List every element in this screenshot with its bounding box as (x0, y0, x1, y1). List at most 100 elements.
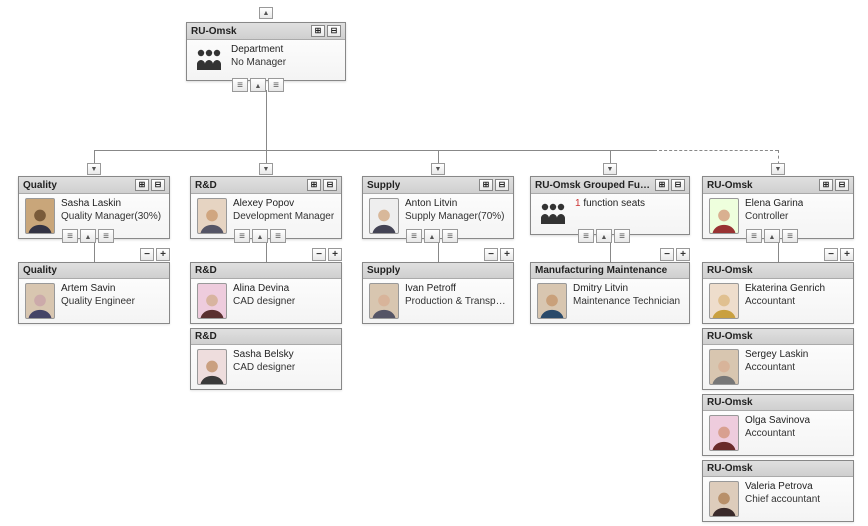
child-name: Artem Savin (61, 283, 135, 296)
person-name: Sasha Laskin (61, 198, 161, 211)
list-button[interactable] (782, 229, 798, 243)
child-title: Manufacturing Maintenance (535, 265, 667, 276)
branch-top-handle[interactable]: ▼ (431, 163, 445, 175)
hdr-icon[interactable]: ⊞ (307, 179, 321, 191)
list-button[interactable] (614, 229, 630, 243)
expand-plus[interactable]: + (676, 248, 690, 261)
branch-title: RU-Omsk Grouped Functions (535, 180, 655, 191)
child-title: RU-Omsk (707, 463, 753, 474)
collapse-minus[interactable]: − (484, 248, 498, 261)
root-manager: No Manager (231, 57, 286, 70)
child-card[interactable]: Supply Ivan PetroffProduction & Transpor… (362, 262, 514, 324)
hdr-icon[interactable]: ⊞ (819, 179, 833, 191)
person-name: Anton Litvin (405, 198, 505, 211)
expand-plus[interactable]: + (840, 248, 854, 261)
collapse-up-button[interactable] (80, 229, 96, 243)
child-role: CAD designer (233, 296, 295, 309)
avatar (25, 283, 55, 319)
expand-plus[interactable]: + (156, 248, 170, 261)
hdr-icon[interactable]: ⊟ (151, 179, 165, 191)
hdr-icon[interactable]: ⊟ (495, 179, 509, 191)
collapse-up-button[interactable] (424, 229, 440, 243)
child-card[interactable]: RU-Omsk Olga SavinovaAccountant (702, 394, 854, 456)
collapse-minus[interactable]: − (660, 248, 674, 261)
header-icon-1[interactable]: ⊞ (311, 25, 325, 37)
person-role: Development Manager (233, 211, 334, 224)
child-card[interactable]: RU-Omsk Sergey LaskinAccountant (702, 328, 854, 390)
child-card[interactable]: RU-Omsk Valeria PetrovaChief accountant (702, 460, 854, 522)
group-icon (537, 198, 569, 230)
child-name: Ekaterina Genrich (745, 283, 825, 296)
collapse-up-button[interactable] (764, 229, 780, 243)
branch-top-handle[interactable]: ▼ (603, 163, 617, 175)
list-button-2[interactable] (268, 78, 284, 92)
branch-top-handle[interactable]: ▼ (259, 163, 273, 175)
child-role: Accountant (745, 428, 810, 441)
list-button[interactable] (270, 229, 286, 243)
list-button[interactable] (234, 229, 250, 243)
hdr-icon[interactable]: ⊟ (671, 179, 685, 191)
root-footer-controls (232, 78, 284, 92)
child-role: Quality Engineer (61, 296, 135, 309)
child-role: Maintenance Technician (573, 296, 680, 309)
list-button[interactable] (98, 229, 114, 243)
list-button[interactable] (442, 229, 458, 243)
child-name: Valeria Petrova (745, 481, 820, 494)
avatar (197, 283, 227, 319)
person-name: Alexey Popov (233, 198, 334, 211)
child-title: R&D (195, 265, 217, 276)
list-button[interactable] (578, 229, 594, 243)
collapse-up-button[interactable] (596, 229, 612, 243)
avatar (709, 349, 739, 385)
child-name: Sergey Laskin (745, 349, 808, 362)
child-card[interactable]: Quality Artem SavinQuality Engineer (18, 262, 170, 324)
child-name: Sasha Belsky (233, 349, 295, 362)
child-title: Supply (367, 265, 400, 276)
avatar (537, 283, 567, 319)
person-role: Supply Manager(70%) (405, 211, 505, 224)
child-title: RU-Omsk (707, 265, 753, 276)
hdr-icon[interactable]: ⊞ (135, 179, 149, 191)
collapse-minus[interactable]: − (824, 248, 838, 261)
child-name: Dmitry Litvin (573, 283, 680, 296)
collapse-up-button[interactable] (252, 229, 268, 243)
root-top-handle[interactable] (259, 7, 273, 19)
avatar (369, 283, 399, 319)
child-card[interactable]: RU-Omsk Ekaterina GenrichAccountant (702, 262, 854, 324)
branch-title: Quality (23, 180, 57, 191)
child-card[interactable]: Manufacturing Maintenance Dmitry LitvinM… (530, 262, 690, 324)
list-button[interactable] (746, 229, 762, 243)
hdr-icon[interactable]: ⊞ (479, 179, 493, 191)
list-button[interactable] (406, 229, 422, 243)
branch-top-handle[interactable]: ▼ (87, 163, 101, 175)
child-card[interactable]: R&D Alina DevinaCAD designer (190, 262, 342, 324)
header-icon-2[interactable]: ⊟ (327, 25, 341, 37)
expand-plus[interactable]: + (328, 248, 342, 261)
avatar (197, 198, 227, 234)
expand-plus[interactable]: + (500, 248, 514, 261)
hdr-icon[interactable]: ⊞ (655, 179, 669, 191)
list-button[interactable] (232, 78, 248, 92)
avatar (197, 349, 227, 385)
hdr-icon[interactable]: ⊟ (835, 179, 849, 191)
list-button[interactable] (62, 229, 78, 243)
collapse-minus[interactable]: − (312, 248, 326, 261)
avatar (369, 198, 399, 234)
seats-label: function seats (583, 198, 645, 209)
root-node[interactable]: RU-Omsk ⊞ ⊟ Department No Manager (186, 22, 346, 81)
branch-node-grouped[interactable]: RU-Omsk Grouped Functions⊞⊟ 1 function s… (530, 176, 690, 235)
collapse-up-button[interactable] (250, 78, 266, 92)
collapse-minus[interactable]: − (140, 248, 154, 261)
branch-top-handle[interactable]: ▼ (771, 163, 785, 175)
child-title: RU-Omsk (707, 331, 753, 342)
avatar (709, 415, 739, 451)
child-role: Chief accountant (745, 494, 820, 507)
hdr-icon[interactable]: ⊟ (323, 179, 337, 191)
avatar (709, 283, 739, 319)
child-title: R&D (195, 331, 217, 342)
child-role: Accountant (745, 362, 808, 375)
seats-count: 1 (575, 198, 581, 209)
child-name: Ivan Petroff (405, 283, 507, 296)
child-card[interactable]: R&D Sasha BelskyCAD designer (190, 328, 342, 390)
child-role: Production & Transport Plann... (405, 296, 507, 309)
